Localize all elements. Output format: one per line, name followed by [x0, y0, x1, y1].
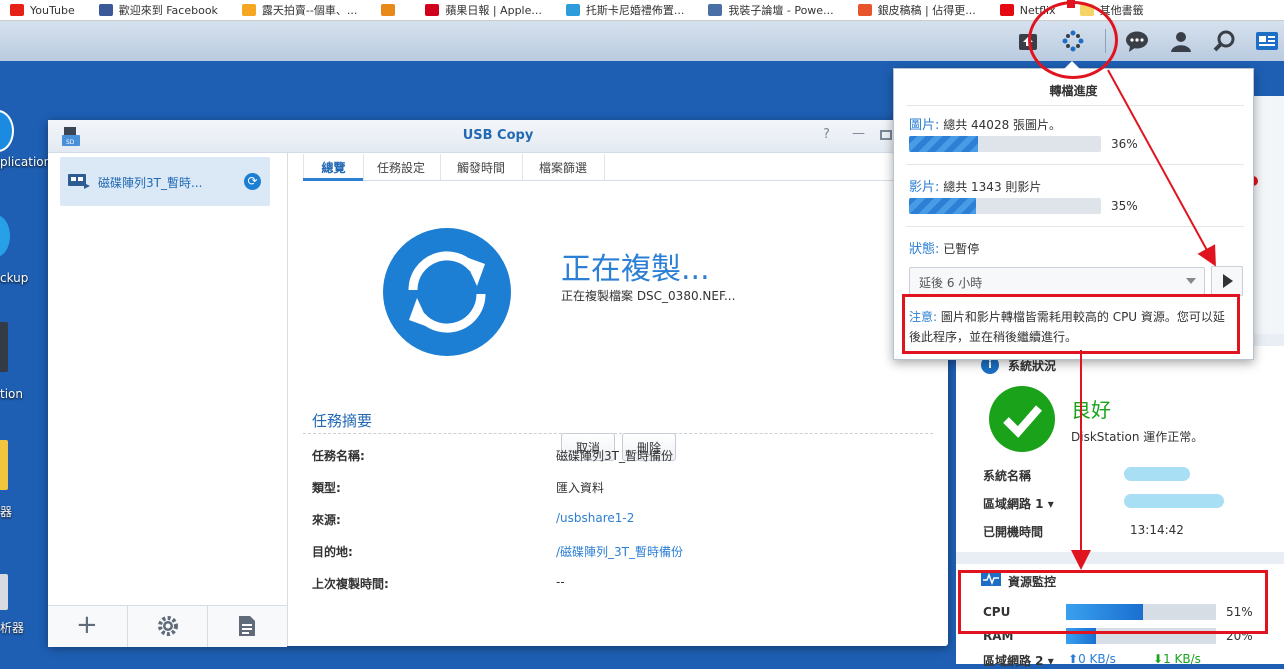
annotation-arrows	[1071, 69, 1216, 570]
arrow-to-play	[1107, 69, 1216, 267]
